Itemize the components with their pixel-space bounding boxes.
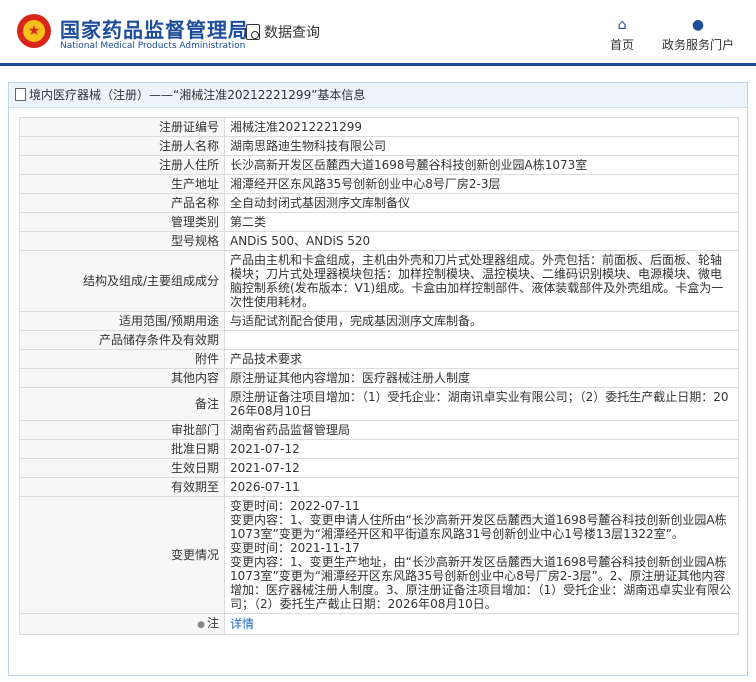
change-line: 变更时间：2022-07-11 <box>230 499 360 513</box>
home-icon: ⌂ <box>617 17 627 33</box>
table-row: 附件 产品技术要求 <box>19 349 739 369</box>
changes-label: 变更情况 <box>19 496 225 614</box>
table-row: 有效期至 2026-07-11 <box>19 477 739 497</box>
field-label: 附件 <box>19 349 225 369</box>
field-label: 备注 <box>19 387 225 421</box>
field-label: 其他内容 <box>19 368 225 388</box>
panel-title-text: 境内医疗器械（注册）——“湘械注准20212221299”基本信息 <box>29 88 366 102</box>
field-label: 审批部门 <box>19 420 225 440</box>
table-row: 结构及组成/主要组成成分 产品由主机和卡盒组成，主机由外壳和刀片式处理器组成。外壳… <box>19 250 739 312</box>
field-value: 长沙高新开发区岳麓西大道1698号麓谷科技创新创业园A栋1073室 <box>224 155 739 175</box>
data-query-link[interactable]: 数据查询 <box>246 22 320 42</box>
field-value: 第二类 <box>224 212 739 232</box>
table-row: 生产地址 湘潭经开区东风路35号创新创业中心8号厂房2-3层 <box>19 174 739 194</box>
field-value: 与适配试剂配合使用，完成基因测序文库制备。 <box>224 311 739 331</box>
field-label: 注册人名称 <box>19 136 225 156</box>
field-value: 产品技术要求 <box>224 349 739 369</box>
table-row-changes: 变更情况 变更时间：2022-07-11 变更内容：1、变更申请人住所由“长沙高新开… <box>19 496 739 614</box>
nav-gov-service-label: 政务服务门户 <box>662 38 735 52</box>
device-info-table: 注册证编号 湘械注准20212221299 注册人名称 湖南思路迪生物科技有限公司 注册… <box>19 117 739 635</box>
field-label: 产品储存条件及有效期 <box>19 330 225 350</box>
table-row: 产品名称 全自动封闭式基因测序文库制备仪 <box>19 193 739 213</box>
site-header: ★ 国家药品监督管理局 National Medical Products Ad… <box>0 0 756 64</box>
field-value: 湘潭经开区东风路35号创新创业中心8号厂房2-3层 <box>224 174 739 194</box>
table-row: 注册人住所 长沙高新开发区岳麓西大道1698号麓谷科技创新创业园A栋1073室 <box>19 155 739 175</box>
table-row-note: ● 注详情 <box>19 613 739 635</box>
field-value: ANDiS 500、ANDiS 520 <box>224 231 739 251</box>
field-label: 生产地址 <box>19 174 225 194</box>
change-line: 变更内容：1、变更生产地址，由“长沙高新开发区岳麓西大道1698号麓谷科技创新创… <box>230 555 732 611</box>
table-row: 管理类别 第二类 <box>19 212 739 232</box>
user-icon: ● <box>691 17 705 33</box>
table-row: 适用范围/预期用途 与适配试剂配合使用，完成基因测序文库制备。 <box>19 311 739 331</box>
field-value: 产品由主机和卡盒组成，主机由外壳和刀片式处理器组成。外壳包括：前面板、后面板、轮… <box>224 250 739 312</box>
table-row: 其他内容 原注册证其他内容增加：医疗器械注册人制度 <box>19 368 739 388</box>
field-label: 注册证编号 <box>19 117 225 137</box>
table-row: 生效日期 2021-07-12 <box>19 458 739 478</box>
detail-panel: 境内医疗器械（注册）——“湘械注准20212221299”基本信息 注册证编号湘… <box>8 82 748 676</box>
change-line: 变更内容：1、变更申请人住所由“长沙高新开发区岳麓西大道1698号麓谷科技创新创… <box>230 513 727 541</box>
table-row: 型号规格 ANDiS 500、ANDiS 520 <box>19 231 739 251</box>
search-document-icon <box>246 24 260 40</box>
field-label: 管理类别 <box>19 212 225 232</box>
field-value: 湘械注准20212221299 <box>224 117 739 137</box>
details-link[interactable]: 详情 <box>230 617 254 631</box>
field-label: 生效日期 <box>19 458 225 478</box>
change-line: 变更时间：2021-11-17 <box>230 541 360 555</box>
table-row: 批准日期 2021-07-12 <box>19 439 739 459</box>
nav-home-label: 首页 <box>610 38 635 52</box>
field-value <box>224 330 739 350</box>
table-row: 产品储存条件及有效期 <box>19 330 739 350</box>
panel-title: 境内医疗器械（注册）——“湘械注准20212221299”基本信息 <box>9 83 747 108</box>
field-label: 型号规格 <box>19 231 225 251</box>
field-value: 2021-07-12 <box>224 439 739 459</box>
nav-home[interactable]: ⌂ 首页 <box>610 18 634 53</box>
field-value: 湖南思路迪生物科技有限公司 <box>224 136 739 156</box>
field-label: 适用范围/预期用途 <box>19 311 225 331</box>
site-name-en: National Medical Products Administration <box>60 41 246 51</box>
note-label-cell: ● 注 <box>19 613 225 635</box>
nav-gov-service[interactable]: ● 政务服务门户 <box>662 18 734 53</box>
field-value: 全自动封闭式基因测序文库制备仪 <box>224 193 739 213</box>
field-value: 2026-07-11 <box>224 477 739 497</box>
note-label: 注 <box>206 616 219 630</box>
data-query-label: 数据查询 <box>264 25 320 41</box>
table-row: 备注 原注册证备注项目增加：（1）受托企业：湖南讯卓实业有限公司；（2）委托生产截… <box>19 387 739 421</box>
header-divider <box>0 63 756 66</box>
page-icon <box>15 88 26 101</box>
field-value: 湖南省药品监督管理局 <box>224 420 739 440</box>
table-row: 注册证编号 湘械注准20212221299 <box>19 117 739 137</box>
field-label: 有效期至 <box>19 477 225 497</box>
changes-value: 变更时间：2022-07-11 变更内容：1、变更申请人住所由“长沙高新开发区岳麓… <box>224 496 739 614</box>
bulb-icon: ● <box>197 620 205 630</box>
field-value: 原注册证备注项目增加：（1）受托企业：湖南讯卓实业有限公司；（2）委托生产截止日… <box>224 387 739 421</box>
table-row: 注册人名称 湖南思路迪生物科技有限公司 <box>19 136 739 156</box>
field-label: 批准日期 <box>19 439 225 459</box>
national-emblem-logo: ★ <box>17 14 51 48</box>
table-row: 审批部门 湖南省药品监督管理局 <box>19 420 739 440</box>
field-value: 原注册证其他内容增加：医疗器械注册人制度 <box>224 368 739 388</box>
site-name-cn[interactable]: 国家药品监督管理局 <box>60 14 249 43</box>
field-label: 产品名称 <box>19 193 225 213</box>
field-label: 结构及组成/主要组成成分 <box>19 250 225 312</box>
field-value: 2021-07-12 <box>224 458 739 478</box>
field-label: 注册人住所 <box>19 155 225 175</box>
